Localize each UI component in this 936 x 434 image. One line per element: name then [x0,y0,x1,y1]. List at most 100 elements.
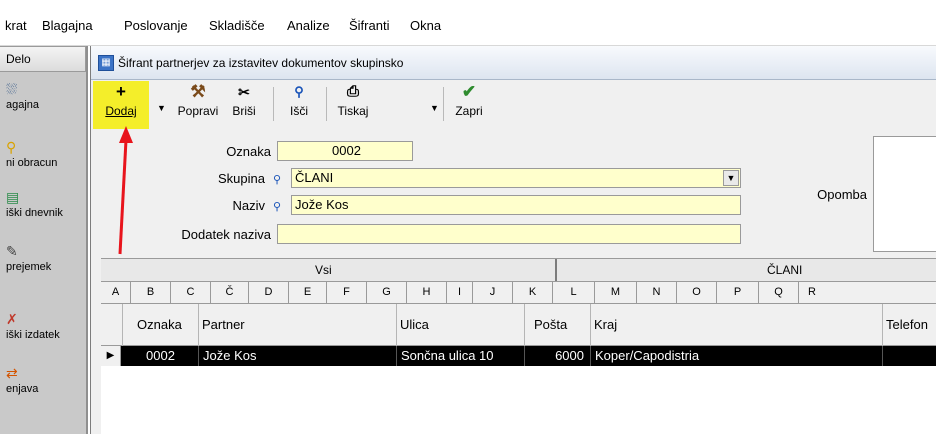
partner-registry-window: ▦ Šifrant partnerjev za izstavitev dokum… [90,46,936,434]
menu-item-krat[interactable]: krat [5,18,27,33]
naziv-field[interactable]: Jože Kos [291,195,741,215]
skupina-selected-value: ČLANI [295,170,334,185]
column-header-oznaka[interactable]: Oznaka [123,304,199,346]
menu-item-blagajna[interactable]: Blagajna [42,18,93,33]
letter-tab[interactable]: F [327,282,367,303]
scissors-icon: ✂ [238,84,250,100]
letter-tab[interactable]: E [289,282,327,303]
letter-tab[interactable]: I [447,282,473,303]
dodatek-naziva-field[interactable] [277,224,741,244]
search-button-label: Išči [290,104,308,118]
dodatek-naziva-label: Dodatek naziva [181,227,271,242]
oznaka-label: Oznaka [226,144,271,159]
letter-tab[interactable]: D [249,282,289,303]
table-row[interactable]: ▶ 0002 Jože Kos Sončna ulica 10 6000 Kop… [101,346,936,366]
toolbar-separator [326,87,327,121]
left-panel-item-label: enjava [6,383,39,395]
left-panel-item-blagajna[interactable]: ⛆ agajna [6,80,86,111]
letter-tab[interactable]: R [799,282,825,303]
cell-oznaka[interactable]: 0002 [123,346,199,366]
letter-tab[interactable]: P [717,282,759,303]
naziv-search-icon[interactable]: ⚲ [273,200,281,213]
exchange-icon: ⇄ [6,365,18,381]
chevron-down-icon[interactable]: ▼ [723,170,739,186]
letter-tab[interactable]: J [473,282,513,303]
search-icon: ⚲ [294,84,304,99]
letter-tab[interactable]: O [677,282,717,303]
cell-kraj[interactable]: Koper/Capodistria [591,346,883,366]
menu-item-sifranti[interactable]: Šifranti [349,18,389,33]
window-title-bar: ▦ Šifrant partnerjev za izstavitev dokum… [91,46,936,80]
left-panel-item-label: iški izdatek [6,329,60,341]
add-dropdown-arrow-icon[interactable]: ▼ [157,103,166,113]
skupina-dropdown[interactable]: ČLANI ▼ [291,168,741,188]
print-button-label: Tiskaj [337,104,369,118]
toolbar-separator [443,87,444,121]
left-panel-item-label: ni obracun [6,157,58,169]
ledger-icon: ▤ [6,189,20,205]
left-panel-item-obracun[interactable]: ⚲ ni obracun [6,138,86,169]
delete-button-label: Briši [232,104,256,118]
menu-item-okna[interactable]: Okna [410,18,441,33]
letter-tab[interactable]: Č [211,282,249,303]
hammer-icon: ⚒ [190,82,206,101]
menu-item-analize[interactable]: Analize [287,18,330,33]
left-panel-item-dnevnik[interactable]: ▤ iški dnevnik [6,188,86,219]
receipt-icon: ✎ [6,243,18,259]
group-tab-divider [555,259,557,281]
column-header-kraj[interactable]: Kraj [591,304,883,346]
delete-button[interactable]: ✂ Briši [226,81,262,129]
letter-tab[interactable]: C [171,282,211,303]
letter-tab[interactable]: B [131,282,171,303]
letter-tab[interactable]: K [513,282,553,303]
skupina-label: Skupina [218,171,265,186]
cell-partner[interactable]: Jože Kos [199,346,397,366]
cell-posta[interactable]: 6000 [525,346,591,366]
letter-tab[interactable]: H [407,282,447,303]
letter-tab[interactable]: M [595,282,637,303]
add-button-label: Dodaj [105,104,137,118]
letter-tab[interactable]: N [637,282,677,303]
cell-telefon[interactable] [883,346,936,366]
toolbar-separator [273,87,274,121]
cell-ulica[interactable]: Sončna ulica 10 [397,346,525,366]
letter-tab[interactable]: L [553,282,595,303]
print-dropdown-arrow-icon[interactable]: ▼ [430,103,439,113]
left-panel-item-label: agajna [6,99,40,111]
skupina-search-icon[interactable]: ⚲ [273,173,281,186]
key-icon: ⚲ [6,139,17,155]
opomba-textarea[interactable] [873,136,936,252]
add-button[interactable]: + Dodaj [93,81,149,129]
left-panel-item-izdatek[interactable]: ✗ iški izdatek [6,310,86,341]
left-panel-item-menjava[interactable]: ⇄ enjava [6,364,86,395]
partner-table: Oznaka Partner Ulica Pošta Kraj Telefon … [101,304,936,434]
table-header-row: Oznaka Partner Ulica Pošta Kraj Telefon [101,304,936,346]
checkmark-icon: ✔ [461,82,477,101]
edit-button[interactable]: ⚒ Popravi [173,81,223,129]
letter-tabs: A B C Č D E F G H I J K L M N O P Q R [101,282,936,304]
menu-item-skladisce[interactable]: Skladišče [209,18,265,33]
column-header-partner[interactable]: Partner [199,304,397,346]
letter-tab[interactable]: A [101,282,131,303]
left-panel: Delo ⛆ agajna ⚲ ni obracun ▤ iški dnevni… [0,46,88,434]
column-header-telefon[interactable]: Telefon [883,304,936,346]
close-button[interactable]: ✔ Zapri [449,81,489,129]
plus-icon: + [116,82,126,101]
expense-icon: ✗ [6,311,18,327]
left-panel-header: Delo [0,46,86,72]
printer-icon: ⎙ [346,83,359,100]
left-panel-item-prejemek[interactable]: ✎ prejemek [6,242,86,273]
menu-item-poslovanje[interactable]: Poslovanje [124,18,188,33]
oznaka-field[interactable]: 0002 [277,141,413,161]
column-header-posta[interactable]: Pošta [525,304,591,346]
edit-button-label: Popravi [177,104,219,118]
search-button[interactable]: ⚲ Išči [279,81,319,129]
row-indicator-icon: ▶ [101,346,121,366]
print-button[interactable]: ⎙ Tiskaj [331,81,375,129]
cash-register-icon: ⛆ [6,81,18,97]
letter-tab[interactable]: Q [759,282,799,303]
tab-clani[interactable]: ČLANI [767,263,802,277]
tab-vsi[interactable]: Vsi [315,263,332,277]
column-header-ulica[interactable]: Ulica [397,304,525,346]
letter-tab[interactable]: G [367,282,407,303]
